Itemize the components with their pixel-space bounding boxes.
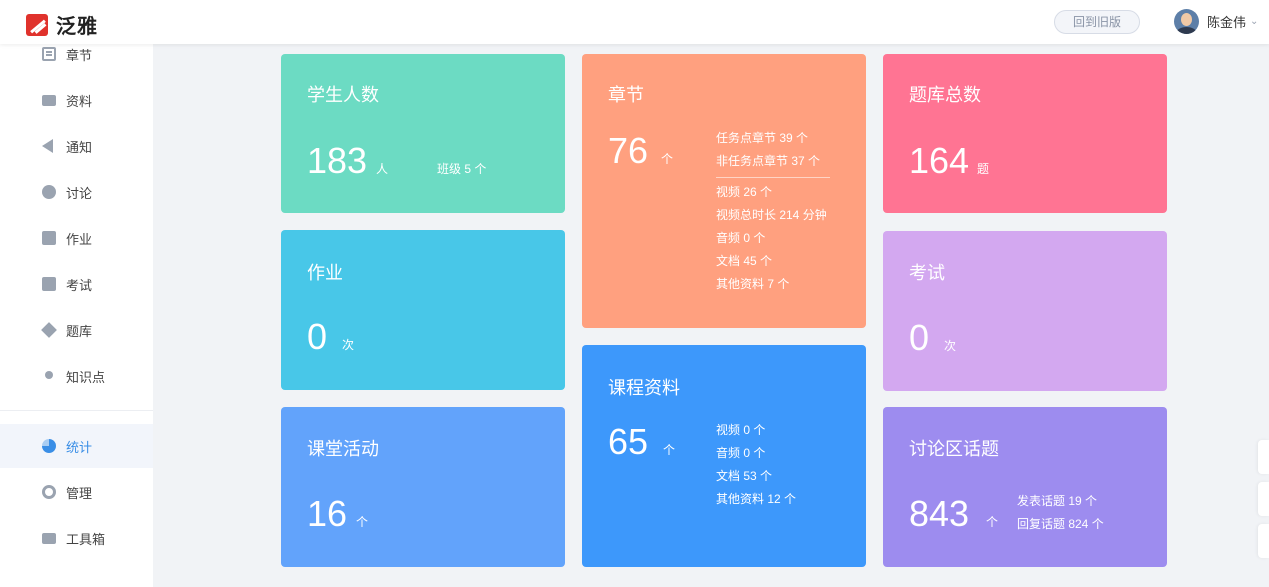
card-value: 76 [608, 130, 649, 171]
sidebar-item-label: 讨论 [66, 185, 93, 201]
card-title: 考试 [909, 263, 945, 283]
pie-chart-icon [42, 439, 56, 453]
card-value: 843 [909, 493, 970, 534]
detail-line: 发表话题 19 个 [1017, 494, 1098, 508]
chapter-task-stats: 任务点章节 39 个 非任务点章节 37 个 [716, 127, 820, 173]
sidebar-item-label: 考试 [66, 277, 93, 293]
sidebar-divider [0, 410, 153, 411]
sidebar-item-label: 通知 [66, 139, 93, 155]
card-value: 183 [307, 140, 368, 181]
card-value: 164 [909, 140, 970, 181]
detail-line: 其他资料 7 个 [716, 277, 790, 291]
sidebar-item-homework[interactable]: 作业 [0, 216, 153, 260]
sidebar-item-label: 管理 [66, 485, 93, 501]
card-title: 学生人数 [307, 85, 379, 105]
sidebar-item-label: 题库 [66, 323, 93, 339]
card-chapters[interactable]: 章节 76 个 任务点章节 39 个 非任务点章节 37 个 视频 26 个 视… [582, 54, 866, 328]
homework-icon [42, 231, 56, 245]
detail-line: 音频 0 个 [716, 446, 766, 460]
knowledge-icon [42, 369, 56, 383]
top-bar: 泛雅 回到旧版 陈金伟 ⌄ [0, 0, 1269, 44]
avatar [1174, 9, 1199, 34]
exam-icon [42, 277, 56, 291]
card-title: 课程资料 [608, 378, 680, 398]
chapter-icon [42, 47, 56, 61]
card-question-bank[interactable]: 题库总数 164 题 [883, 54, 1167, 213]
detail-line: 其他资料 12 个 [716, 492, 797, 506]
card-unit: 次 [944, 339, 957, 353]
detail-line: 非任务点章节 37 个 [716, 154, 821, 168]
logo-text: 泛雅 [56, 16, 98, 38]
card-unit: 次 [342, 338, 355, 352]
user-menu[interactable]: 陈金伟 ⌄ [1174, 9, 1258, 34]
card-title: 章节 [608, 85, 644, 105]
detail-line: 视频总时长 214 分钟 [716, 208, 827, 222]
card-value: 65 [608, 421, 649, 462]
sidebar-item-statistics[interactable]: 统计 [0, 424, 153, 468]
card-students[interactable]: 学生人数 183 人 班级 5 个 [281, 54, 565, 213]
card-title: 课堂活动 [307, 439, 379, 459]
sidebar-item-label: 资料 [66, 93, 93, 109]
detail-line: 视频 0 个 [716, 423, 766, 437]
back-to-old-version-button[interactable]: 回到旧版 [1054, 10, 1140, 34]
detail-line: 文档 53 个 [716, 469, 773, 483]
card-unit: 人 [376, 162, 389, 176]
toolbox-icon [42, 532, 56, 544]
detail-line: 文档 45 个 [716, 254, 773, 268]
card-unit: 个 [356, 515, 369, 529]
sidebar-item-notice[interactable]: 通知 [0, 124, 153, 168]
class-count: 班级 5 个 [437, 162, 487, 176]
card-homework[interactable]: 作业 0 次 [281, 230, 565, 390]
card-value: 0 [307, 316, 328, 357]
sidebar-item-manage[interactable]: 管理 [0, 470, 153, 514]
card-value: 16 [307, 493, 348, 534]
card-unit: 题 [977, 162, 990, 176]
sidebar-item-label: 章节 [66, 47, 93, 63]
card-unit: 个 [986, 515, 999, 529]
layers-icon [41, 322, 57, 338]
detail-line: 音频 0 个 [716, 231, 766, 245]
detail-line: 回复话题 824 个 [1017, 517, 1104, 531]
detail-line: 任务点章节 39 个 [716, 131, 809, 145]
side-float-button[interactable] [1258, 440, 1269, 474]
card-title: 题库总数 [909, 85, 981, 105]
side-float-button[interactable] [1258, 524, 1269, 558]
sidebar-item-label: 知识点 [66, 369, 106, 385]
card-value: 0 [909, 317, 930, 358]
sidebar-item-exam[interactable]: 考试 [0, 262, 153, 306]
sidebar-item-label: 工具箱 [66, 531, 106, 547]
topic-stats: 发表话题 19 个 回复话题 824 个 [1017, 490, 1104, 536]
card-class-activities[interactable]: 课堂活动 16 个 [281, 407, 565, 567]
sidebar-item-discussion[interactable]: 讨论 [0, 170, 153, 214]
chevron-down-icon: ⌄ [1250, 16, 1259, 27]
chapter-material-stats: 视频 26 个 视频总时长 214 分钟 音频 0 个 文档 45 个 其他资料… [716, 181, 827, 296]
logo-icon [26, 13, 48, 36]
sidebar: 章节 资料 通知 讨论 作业 考试 题库 知识点 统计 管理 工具箱 [0, 44, 153, 587]
user-name: 陈金伟 [1207, 15, 1247, 30]
card-discussion-topics[interactable]: 讨论区话题 843 个 发表话题 19 个 回复话题 824 个 [883, 407, 1167, 567]
sidebar-item-label: 统计 [66, 439, 93, 455]
resource-stats: 视频 0 个 音频 0 个 文档 53 个 其他资料 12 个 [716, 419, 796, 511]
card-unit: 个 [663, 443, 676, 457]
logo[interactable]: 泛雅 [26, 10, 98, 39]
card-unit: 个 [661, 152, 674, 166]
folder-icon [42, 94, 56, 106]
side-float-button[interactable] [1258, 482, 1269, 516]
gear-icon [42, 485, 56, 499]
card-title: 讨论区话题 [909, 439, 999, 459]
sidebar-item-toolbox[interactable]: 工具箱 [0, 516, 153, 560]
sidebar-item-materials[interactable]: 资料 [0, 78, 153, 122]
card-course-resources[interactable]: 课程资料 65 个 视频 0 个 音频 0 个 文档 53 个 其他资料 12 … [582, 345, 866, 567]
sidebar-item-question-bank[interactable]: 题库 [0, 308, 153, 352]
detail-line: 视频 26 个 [716, 185, 773, 199]
card-exams[interactable]: 考试 0 次 [883, 231, 1167, 391]
card-title: 作业 [307, 263, 343, 283]
speaker-icon [42, 139, 53, 153]
chat-icon [42, 185, 56, 199]
sidebar-item-label: 作业 [66, 231, 93, 247]
divider [716, 177, 830, 178]
sidebar-item-knowledge[interactable]: 知识点 [0, 354, 153, 398]
